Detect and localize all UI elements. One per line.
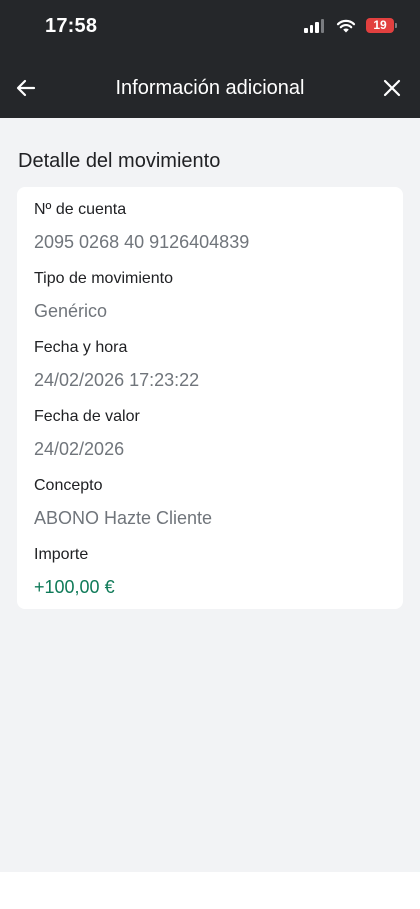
detail-value: 24/02/2026 bbox=[34, 439, 125, 459]
detail-date-time: Fecha y hora 24/02/2026 17:23:22 bbox=[34, 337, 387, 392]
detail-label: Fecha y hora bbox=[34, 339, 128, 356]
detail-value: 2095 0268 40 9126404839 bbox=[34, 232, 250, 252]
detail-label: Concepto bbox=[34, 477, 103, 494]
detail-value: Genérico bbox=[34, 301, 108, 321]
wifi-icon bbox=[336, 19, 356, 32]
detail-amount: Importe +100,00 € bbox=[34, 544, 387, 599]
detail-account-number: Nº de cuenta 2095 0268 40 9126404839 bbox=[34, 199, 387, 254]
cellular-signal-icon bbox=[304, 18, 326, 33]
page-title: Información adicional bbox=[115, 77, 305, 99]
detail-value: 24/02/2026 17:23:22 bbox=[34, 370, 200, 390]
battery-level: 19 bbox=[373, 18, 387, 32]
back-arrow-icon[interactable] bbox=[14, 76, 38, 100]
detail-label: Nº de cuenta bbox=[34, 201, 127, 218]
detail-concept: Concepto ABONO Hazte Cliente bbox=[34, 475, 387, 530]
section-title: Detalle del movimiento bbox=[18, 150, 221, 172]
detail-movement-type: Tipo de movimiento Genérico bbox=[34, 268, 387, 323]
bottom-area bbox=[0, 872, 420, 909]
detail-value-date: Fecha de valor 24/02/2026 bbox=[34, 406, 387, 461]
detail-value: ABONO Hazte Cliente bbox=[34, 508, 213, 528]
detail-label: Importe bbox=[34, 546, 89, 563]
movement-detail-card: Nº de cuenta 2095 0268 40 9126404839 Tip… bbox=[17, 187, 403, 609]
status-icons: 19 bbox=[304, 18, 397, 33]
amount-value: +100,00 € bbox=[34, 577, 115, 597]
status-time: 17:58 bbox=[45, 15, 98, 37]
battery-icon: 19 bbox=[366, 18, 397, 33]
detail-label: Tipo de movimiento bbox=[34, 270, 174, 287]
detail-label: Fecha de valor bbox=[34, 408, 140, 425]
close-icon[interactable] bbox=[380, 76, 404, 100]
top-bar: 17:58 19 Información adicional bbox=[0, 0, 420, 118]
